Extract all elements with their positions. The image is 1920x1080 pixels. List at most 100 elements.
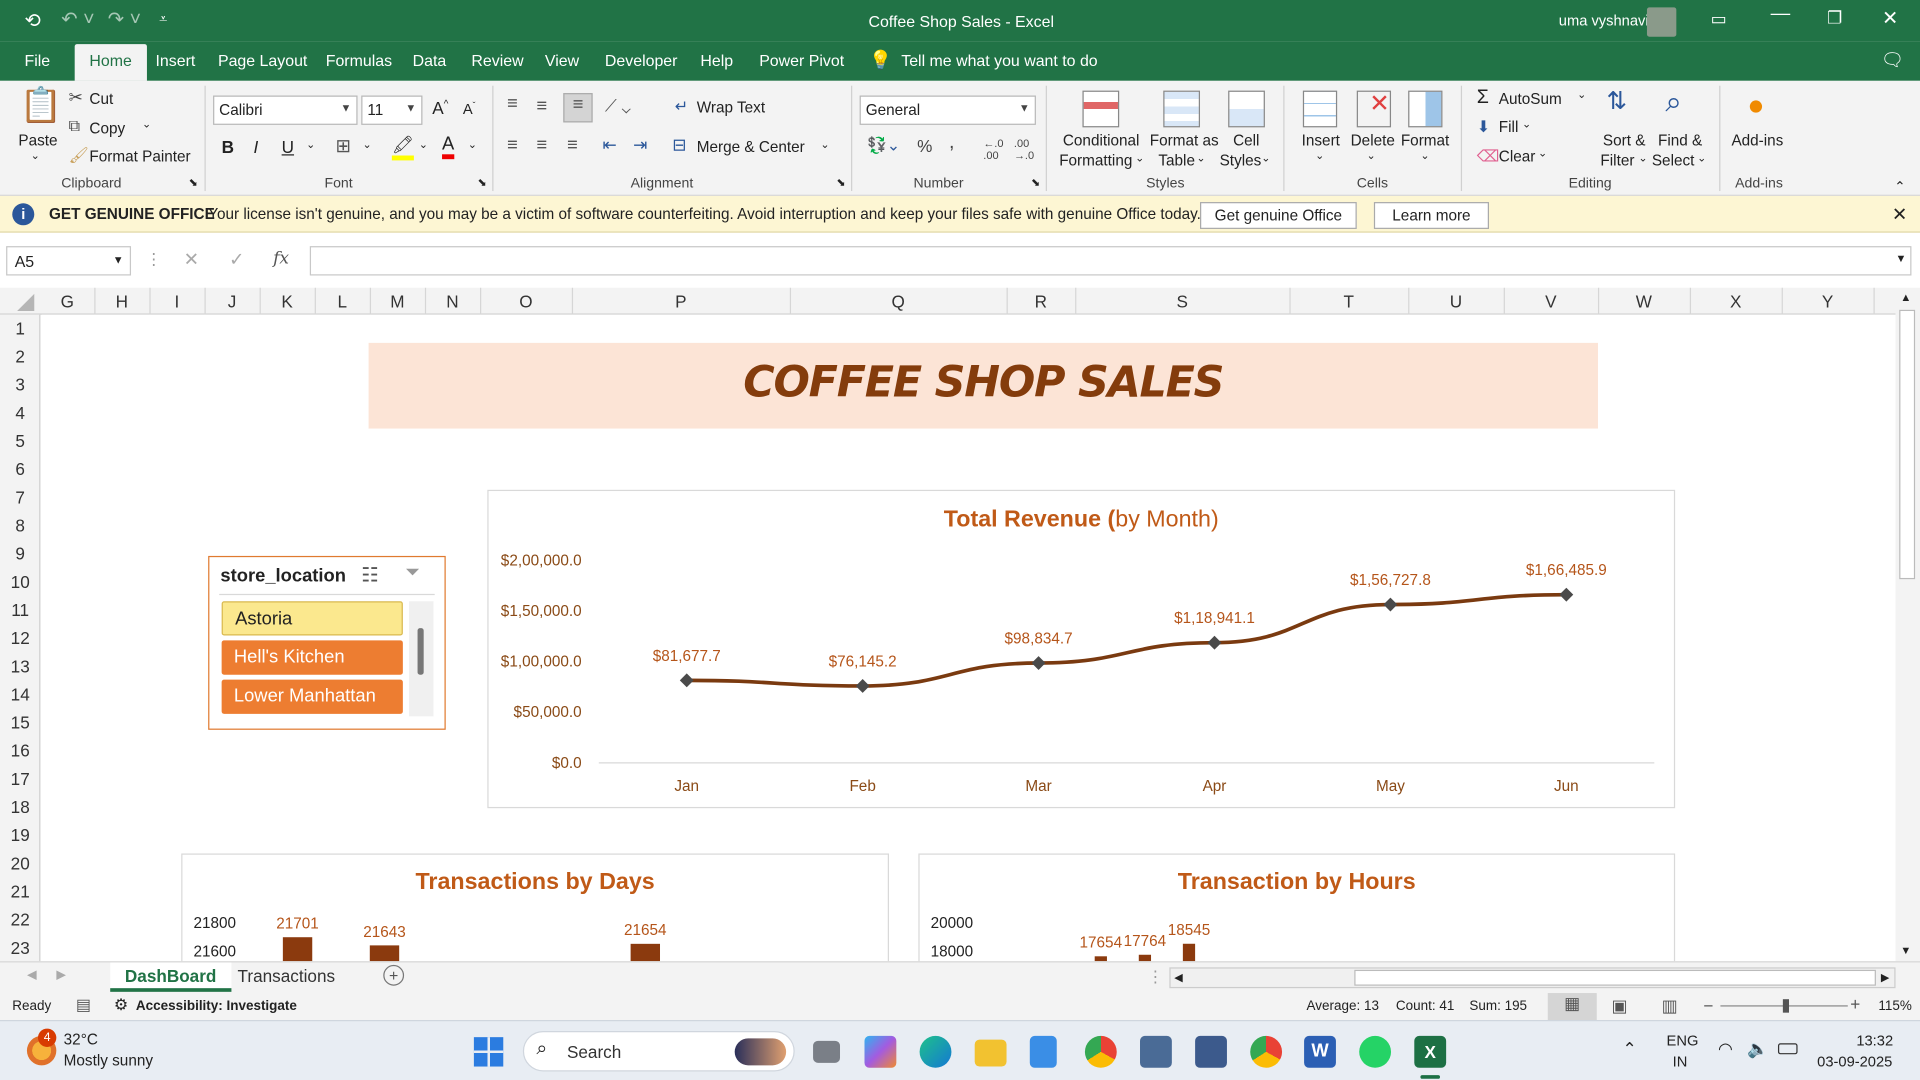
bold-icon[interactable]: B	[222, 137, 234, 157]
format-cells-icon[interactable]	[1408, 90, 1443, 128]
scroll-up-icon[interactable]: ▲	[1900, 291, 1911, 303]
row-header-14[interactable]: 14	[0, 684, 40, 704]
tab-developer[interactable]: Developer	[605, 51, 678, 69]
tab-page-layout[interactable]: Page Layout	[218, 51, 307, 69]
zoom-slider-thumb[interactable]	[1782, 999, 1789, 1013]
prev-sheet-icon[interactable]: ◀	[27, 969, 36, 982]
font-color-dropdown-icon[interactable]: ⌄	[468, 138, 477, 151]
battery-icon[interactable]	[1777, 1043, 1798, 1055]
add-ins-icon[interactable]	[1749, 100, 1763, 113]
copilot-icon[interactable]	[864, 1035, 897, 1068]
delete-cells-button[interactable]: Delete	[1351, 132, 1395, 149]
copy-icon[interactable]: ⧉	[69, 118, 80, 134]
tab-file[interactable]: File	[24, 51, 50, 69]
row-header-21[interactable]: 21	[0, 882, 40, 902]
taskbar-search-box[interactable]: ⌕ Search	[522, 1031, 795, 1072]
clear-filter-icon[interactable]: ⏷	[405, 562, 420, 583]
autosave-icon[interactable]: ⟲	[24, 9, 40, 33]
clear-dropdown-icon[interactable]: ⌄	[1538, 147, 1547, 160]
worksheet[interactable]: COFFEE SHOP SALES store_location ☷ ⏷ Ast…	[41, 314, 1896, 962]
zoom-in-icon[interactable]: +	[1850, 994, 1860, 1014]
next-sheet-icon[interactable]: ▶	[56, 969, 65, 982]
insert-dropdown-icon[interactable]: ⌄	[1315, 149, 1324, 162]
row-header-11[interactable]: 11	[0, 600, 40, 620]
format-as-table-button[interactable]: Format as	[1150, 132, 1219, 149]
multi-select-icon[interactable]: ☷	[361, 563, 379, 587]
format-dropdown-icon[interactable]: ⌄	[1420, 149, 1429, 162]
sheet-tab-transactions[interactable]: Transactions	[238, 966, 336, 986]
app-tool-icon[interactable]	[1195, 1035, 1227, 1068]
percent-icon[interactable]: %	[917, 136, 932, 156]
collapse-ribbon-icon[interactable]: ⌃	[1894, 179, 1905, 195]
tab-review[interactable]: Review	[471, 51, 523, 69]
page-layout-view-icon[interactable]: ▣	[1611, 996, 1627, 1017]
column-header-r[interactable]: R	[1007, 291, 1076, 311]
accessibility-status[interactable]: Accessibility: Investigate	[136, 999, 297, 1014]
redo-icon[interactable]: ↷ ˅	[108, 7, 141, 31]
weather-desc[interactable]: Mostly sunny	[64, 1052, 153, 1069]
row-header-19[interactable]: 19	[0, 825, 40, 845]
copy-button[interactable]: Copy	[89, 120, 125, 137]
volume-icon[interactable]: 🔈	[1747, 1038, 1768, 1059]
slicer-item-astoria[interactable]: Astoria	[221, 601, 403, 636]
normal-view-icon[interactable]: ▦	[1547, 993, 1597, 1021]
avatar[interactable]	[1646, 7, 1677, 37]
row-header-22[interactable]: 22	[0, 910, 40, 930]
column-header-s[interactable]: S	[1075, 291, 1289, 311]
tab-split-handle-icon[interactable]: ⋮	[1147, 967, 1163, 987]
merge-center-icon[interactable]: ⊟	[672, 135, 686, 156]
column-header-n[interactable]: N	[425, 291, 480, 311]
wrap-text-icon[interactable]: ↵	[675, 97, 688, 117]
decrease-decimal-icon[interactable]: .00 →.0	[1014, 137, 1034, 161]
shrink-font-icon[interactable]: Aˇ	[463, 100, 476, 117]
autosum-dropdown-icon[interactable]: ⌄	[1577, 88, 1586, 101]
get-genuine-office-button[interactable]: Get genuine Office	[1200, 202, 1357, 229]
show-hidden-icons[interactable]: ⌃	[1622, 1038, 1636, 1059]
conditional-formatting-button[interactable]: Conditional	[1063, 132, 1140, 149]
language-eng[interactable]: ENG	[1667, 1032, 1699, 1049]
tell-me-search[interactable]: Tell me what you want to do	[901, 51, 1097, 69]
row-header-17[interactable]: 17	[0, 769, 40, 789]
align-center-icon[interactable]: ≡	[536, 135, 547, 156]
fill-color-dropdown-icon[interactable]: ⌄	[419, 138, 428, 151]
wifi-icon[interactable]: ◠	[1718, 1038, 1733, 1059]
vertical-scroll-thumb[interactable]	[1899, 309, 1916, 580]
comments-icon[interactable]: 🗨	[1881, 49, 1904, 71]
borders-icon[interactable]: ⊞	[336, 135, 351, 157]
column-header-v[interactable]: V	[1504, 291, 1598, 311]
align-right-icon[interactable]: ≡	[567, 135, 578, 156]
grow-font-icon[interactable]: A^	[432, 98, 448, 118]
excel-icon[interactable]: X	[1414, 1035, 1447, 1068]
format-painter-button[interactable]: Format Painter	[89, 148, 190, 165]
column-header-h[interactable]: H	[94, 291, 149, 311]
copy-dropdown-icon[interactable]: ⌄	[142, 118, 151, 131]
eraser-icon[interactable]: ⌫	[1477, 147, 1500, 167]
row-header-5[interactable]: 5	[0, 431, 40, 451]
row-header-10[interactable]: 10	[0, 572, 40, 592]
font-launcher-icon[interactable]: ⬊	[478, 176, 487, 189]
notepad-icon[interactable]	[1029, 1035, 1057, 1068]
hours-chart[interactable]: Transaction by Hours 18000 20000 17654 1776…	[918, 853, 1676, 962]
app-window-icon[interactable]	[1140, 1035, 1172, 1068]
find-dropdown-icon[interactable]: ⌄	[1697, 152, 1706, 165]
conditional-dropdown-icon[interactable]: ⌄	[1135, 152, 1144, 165]
clear-button[interactable]: Clear	[1499, 148, 1536, 165]
paste-icon[interactable]: 📋	[20, 88, 63, 122]
find-select-icon[interactable]: ⌕	[1665, 86, 1681, 120]
underline-dropdown-icon[interactable]: ⌄	[306, 138, 315, 151]
align-top-icon[interactable]: ≡	[507, 93, 518, 114]
number-format-combo[interactable]: General ▼	[859, 95, 1036, 125]
clipboard-launcher-icon[interactable]: ⬊	[189, 176, 198, 189]
insert-cells-icon[interactable]	[1302, 90, 1338, 128]
edge-icon[interactable]	[919, 1035, 952, 1068]
column-header-j[interactable]: J	[204, 291, 259, 311]
slicer-item-lower-manhattan[interactable]: Lower Manhattan	[221, 679, 403, 714]
row-header-20[interactable]: 20	[0, 853, 40, 873]
close-banner-icon[interactable]: ✕	[1892, 203, 1907, 225]
revenue-chart[interactable]: Total Revenue (by Month) $0.0 $50,000.0 $1…	[487, 489, 1676, 809]
wrap-text-button[interactable]: Wrap Text	[697, 99, 765, 116]
merge-dropdown-icon[interactable]: ⌄	[820, 138, 829, 151]
merge-center-button[interactable]: Merge & Center	[697, 138, 805, 155]
format-as-table-dropdown-icon[interactable]: ⌄	[1196, 152, 1205, 165]
comma-style-icon[interactable]: ,	[949, 132, 954, 154]
